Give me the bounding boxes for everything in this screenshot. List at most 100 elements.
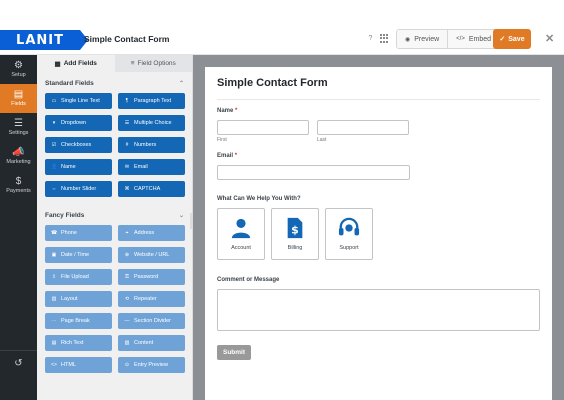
field-button-website-url[interactable]: ⊕ Website / URL xyxy=(118,247,185,263)
tab-label: Field Options xyxy=(137,60,176,67)
first-name-input[interactable] xyxy=(217,120,309,135)
field-button-section-divider[interactable]: — Section Divider xyxy=(118,313,185,329)
form-preview-title[interactable]: Simple Contact Form xyxy=(217,77,540,95)
megaphone-icon: 📣 xyxy=(12,147,25,158)
field-button-password[interactable]: ⚿ Password xyxy=(118,269,185,285)
history-icon[interactable]: ↺ xyxy=(0,350,37,376)
divider-icon: — xyxy=(124,318,130,324)
field-label: Content xyxy=(134,340,154,346)
save-button[interactable]: ✓ Save xyxy=(493,29,531,49)
comment-field[interactable]: Comment or Message xyxy=(217,277,540,345)
rich-text-icon: ▤ xyxy=(51,340,57,346)
field-button-page-break[interactable]: ⋯ Page Break xyxy=(45,313,112,329)
embed-button[interactable]: </> Embed xyxy=(447,30,500,48)
tab-add-fields[interactable]: ▦ Add Fields xyxy=(37,55,115,72)
columns-icon: ▥ xyxy=(51,296,57,302)
preview-button[interactable]: ◉ Preview xyxy=(397,30,448,48)
upload-icon: ⇪ xyxy=(51,274,57,280)
field-label: HTML xyxy=(61,362,76,368)
rail-label: Payments xyxy=(6,188,31,194)
code-icon: <> xyxy=(51,362,57,368)
field-button-html[interactable]: <> HTML xyxy=(45,357,112,373)
tab-field-options[interactable]: ≡ Field Options xyxy=(114,55,192,72)
embed-label: Embed xyxy=(468,35,492,43)
field-button-entry-preview[interactable]: ⊙ Entry Preview xyxy=(118,357,185,373)
rail-item-fields[interactable]: ▤ Fields xyxy=(0,84,37,113)
close-icon[interactable]: ✕ xyxy=(545,32,554,45)
dollar-icon: $ xyxy=(15,176,22,187)
page-break-icon: ⋯ xyxy=(51,318,57,324)
fields-panel: ▦ Add Fields ≡ Field Options Standard Fi… xyxy=(37,55,193,400)
submit-button[interactable]: Submit xyxy=(217,345,251,360)
last-name-input[interactable] xyxy=(317,120,409,135)
field-label: Repeater xyxy=(134,296,157,302)
field-button-dropdown[interactable]: ▾ Dropdown xyxy=(45,115,112,131)
field-label: Layout xyxy=(61,296,78,302)
top-bar: LANIT Simple Contact Form ? ◉ Preview </… xyxy=(0,0,564,55)
field-button-checkboxes[interactable]: ☑ Checkboxes xyxy=(45,137,112,153)
field-label: Website / URL xyxy=(134,252,170,258)
required-mark: * xyxy=(235,108,238,114)
paragraph-icon: ¶ xyxy=(125,98,129,104)
field-label: CAPTCHA xyxy=(134,186,161,192)
rail-item-payments[interactable]: $ Payments xyxy=(0,171,37,200)
name-field[interactable]: Name * First Last xyxy=(217,108,540,153)
rail-label: Setup xyxy=(11,72,26,78)
field-button-date-time[interactable]: ▣ Date / Time xyxy=(45,247,112,263)
field-label: Date / Time xyxy=(61,252,90,258)
field-button-content[interactable]: ▧ Content xyxy=(118,335,185,351)
field-button-single-line-text[interactable]: ▭ Single Line Text xyxy=(45,93,112,109)
field-button-rich-text[interactable]: ▤ Rich Text xyxy=(45,335,112,351)
first-sublabel: First xyxy=(217,137,227,143)
field-button-layout[interactable]: ▥ Layout xyxy=(45,291,112,307)
field-button-address[interactable]: ⌖ Address xyxy=(118,225,185,241)
phone-icon: ☎ xyxy=(51,230,58,236)
field-button-file-upload[interactable]: ⇪ File Upload xyxy=(45,269,112,285)
field-label: Number Slider xyxy=(61,186,97,192)
preview-icon: ⊙ xyxy=(124,362,130,368)
field-button-email[interactable]: ✉ Email xyxy=(118,159,185,175)
comment-label: Comment or Message xyxy=(217,277,280,283)
hash-icon: # xyxy=(125,142,129,148)
field-button-captcha[interactable]: ⌘ CAPTCHA xyxy=(118,181,185,197)
field-button-paragraph-text[interactable]: ¶ Paragraph Text xyxy=(118,93,185,109)
name-inputs: First Last xyxy=(217,120,540,143)
divider xyxy=(217,99,540,100)
field-button-multiple-choice[interactable]: ☰ Multiple Choice xyxy=(118,115,185,131)
help-icon[interactable]: ? xyxy=(366,34,375,43)
rail-item-marketing[interactable]: 📣 Marketing xyxy=(0,142,37,171)
headset-icon xyxy=(338,217,360,236)
choice-label: Account xyxy=(231,245,251,251)
field-label: Multiple Choice xyxy=(134,120,172,126)
field-button-repeater[interactable]: ⟲ Repeater xyxy=(118,291,185,307)
field-label: Address xyxy=(134,230,155,236)
list-icon: ☰ xyxy=(124,120,130,126)
comment-textarea[interactable] xyxy=(217,289,540,331)
preview-embed-group: ◉ Preview </> Embed xyxy=(396,29,501,49)
field-button-number-slider[interactable]: ⇔ Number Slider xyxy=(45,181,112,197)
standard-fields-grid: ▭ Single Line Text ¶ Paragraph Text ▾ Dropd… xyxy=(37,93,192,197)
standard-fields-header[interactable]: Standard Fields ⌃ xyxy=(37,74,192,93)
name-label: Name * xyxy=(217,108,540,114)
rail-label: Fields xyxy=(11,101,26,107)
field-button-name[interactable]: 👤 Name xyxy=(45,159,112,175)
section-title: Standard Fields xyxy=(45,80,94,87)
grid-icon[interactable] xyxy=(380,34,389,43)
field-button-phone[interactable]: ☎ Phone xyxy=(45,225,112,241)
lock-icon: ⚿ xyxy=(125,274,129,280)
help-choice-field[interactable]: What Can We Help You With? Account $ Bil… xyxy=(217,196,540,277)
rail-item-settings[interactable]: ☰ Settings xyxy=(0,113,37,142)
panel-tabs: ▦ Add Fields ≡ Field Options xyxy=(37,55,192,72)
field-button-numbers[interactable]: # Numbers xyxy=(118,137,185,153)
choice-account[interactable]: Account xyxy=(217,208,265,260)
choice-support[interactable]: Support xyxy=(325,208,373,260)
field-label: Checkboxes xyxy=(61,142,92,148)
choice-billing[interactable]: $ Billing xyxy=(271,208,319,260)
fancy-fields-header[interactable]: Fancy Fields ⌄ xyxy=(37,206,192,225)
rail-item-setup[interactable]: ⚙ Setup xyxy=(0,55,37,84)
email-input[interactable] xyxy=(217,165,410,180)
email-field[interactable]: Email * xyxy=(217,153,540,196)
field-label: Rich Text xyxy=(61,340,84,346)
content-icon: ▧ xyxy=(124,340,130,346)
field-label: Phone xyxy=(61,230,77,236)
